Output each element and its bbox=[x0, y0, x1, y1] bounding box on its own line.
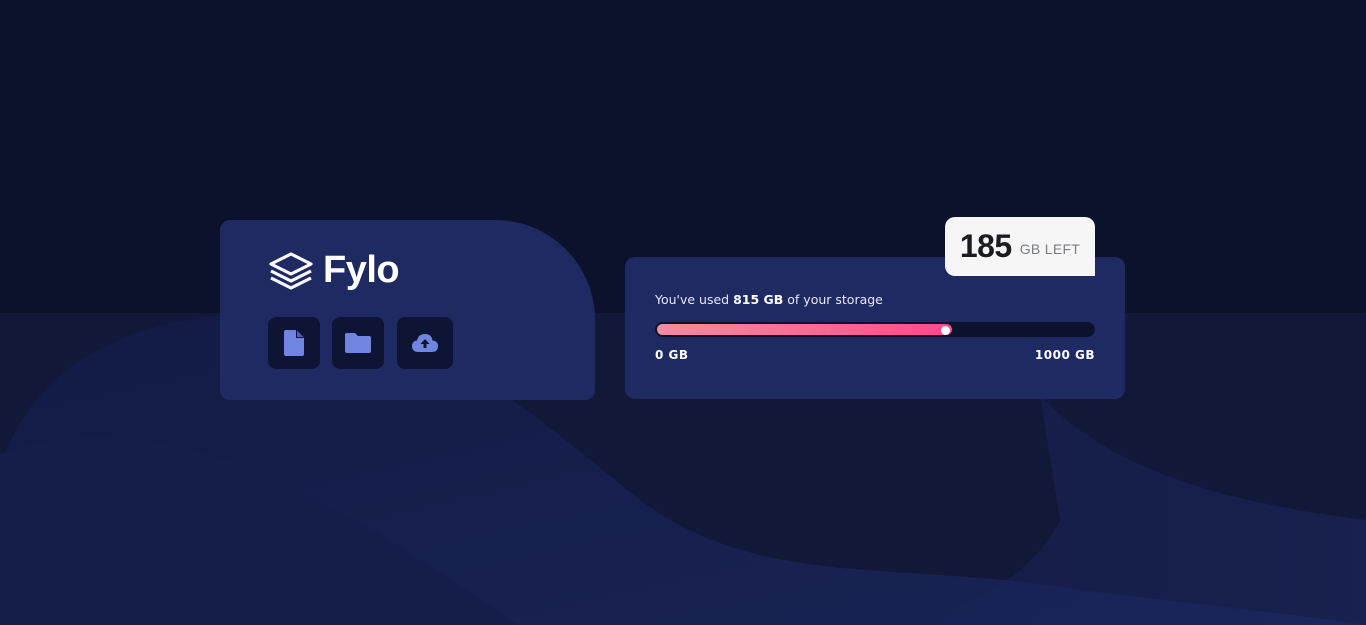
scale-min-label: 0 GB bbox=[655, 348, 689, 362]
storage-remaining-badge: 185 GB LEFT bbox=[945, 217, 1095, 276]
storage-progress-fill bbox=[657, 324, 952, 335]
scale-max-label: 1000 GB bbox=[1034, 348, 1095, 362]
document-icon bbox=[284, 330, 304, 356]
storage-progress-bar bbox=[655, 322, 1095, 337]
stacked-layers-icon bbox=[269, 252, 313, 290]
brand-card: Fylo bbox=[220, 220, 595, 400]
brand-name: Fylo bbox=[323, 249, 400, 291]
brand-logo: Fylo bbox=[267, 249, 400, 291]
folder-icon bbox=[345, 333, 371, 353]
upload-button[interactable] bbox=[397, 317, 453, 369]
usage-summary: You've used 815 GB of your storage bbox=[655, 292, 883, 307]
action-buttons bbox=[268, 317, 453, 369]
remaining-value: 185 bbox=[959, 228, 1012, 264]
remaining-unit: GB LEFT bbox=[1019, 240, 1081, 257]
folder-button[interactable] bbox=[332, 317, 384, 369]
usage-suffix: of your storage bbox=[783, 292, 883, 307]
cloud-upload-icon bbox=[412, 334, 438, 352]
usage-prefix: You've used bbox=[655, 292, 734, 307]
usage-amount: 815 GB bbox=[733, 292, 784, 307]
document-button[interactable] bbox=[268, 317, 320, 369]
progress-knob bbox=[941, 326, 950, 335]
storage-card: 185 GB LEFT You've used 815 GB of your s… bbox=[625, 217, 1125, 399]
